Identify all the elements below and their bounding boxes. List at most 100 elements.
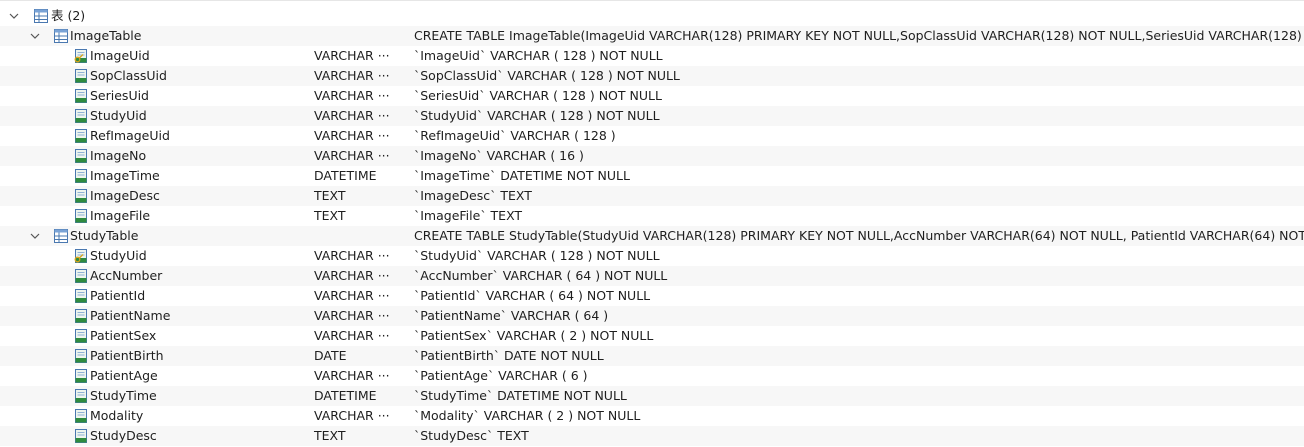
column-ddl: `StudyUid` VARCHAR ( 128 ) NOT NULL — [414, 248, 660, 263]
column-row[interactable]: SeriesUid VARCHAR ··· `SeriesUid` VARCHAR … — [0, 86, 1304, 106]
column-type: VARCHAR ··· — [314, 48, 390, 63]
tree-root-row[interactable]: 表 (2) — [0, 6, 1304, 26]
column-type: TEXT — [314, 208, 346, 223]
column-row[interactable]: StudyUid VARCHAR ··· `StudyUid` VARCHAR ( … — [0, 106, 1304, 126]
column-ddl: `StudyDesc` TEXT — [414, 428, 529, 443]
column-type: DATETIME — [314, 388, 377, 403]
table-ddl: CREATE TABLE ImageTable(ImageUid VARCHAR… — [414, 28, 1304, 43]
column-type: VARCHAR ··· — [314, 68, 390, 83]
table-name: StudyTable — [70, 228, 139, 243]
column-ddl: `ImageTime` DATETIME NOT NULL — [414, 168, 630, 183]
column-name: PatientBirth — [90, 348, 164, 363]
column-name: PatientAge — [90, 368, 158, 383]
column-name: StudyUid — [90, 108, 147, 123]
column-icon — [74, 349, 88, 363]
column-row[interactable]: ImageDesc TEXT `ImageDesc` TEXT — [0, 186, 1304, 206]
column-row[interactable]: Modality VARCHAR ··· `Modality` VARCHAR ( … — [0, 406, 1304, 426]
table-node-imagetable[interactable]: ImageTable CREATE TABLE ImageTable(ImageU… — [0, 26, 1304, 46]
primary-key-column-icon — [74, 249, 88, 263]
column-icon — [74, 209, 88, 223]
column-ddl: `PatientId` VARCHAR ( 64 ) NOT NULL — [414, 288, 651, 303]
column-name: ImageUid — [90, 48, 150, 63]
column-name: StudyUid — [90, 248, 147, 263]
column-type: VARCHAR ··· — [314, 408, 390, 423]
column-ddl: `StudyTime` DATETIME NOT NULL — [414, 388, 627, 403]
column-type: VARCHAR ··· — [314, 148, 390, 163]
column-name: ImageDesc — [90, 188, 160, 203]
table-icon — [54, 229, 68, 243]
column-name: SeriesUid — [90, 88, 149, 103]
column-icon — [74, 329, 88, 343]
column-type: VARCHAR ··· — [314, 268, 390, 283]
column-row[interactable]: PatientBirth DATE `PatientBirth` DATE NOT … — [0, 346, 1304, 366]
table-icon — [54, 29, 68, 43]
column-icon — [74, 409, 88, 423]
column-row[interactable]: AccNumber VARCHAR ··· `AccNumber` VARCHAR … — [0, 266, 1304, 286]
column-name: ImageNo — [90, 148, 147, 163]
column-icon — [74, 429, 88, 443]
column-row[interactable]: PatientName VARCHAR ··· `PatientName` VARC… — [0, 306, 1304, 326]
column-icon — [74, 69, 88, 83]
column-row[interactable]: PatientId VARCHAR ··· `PatientId` VARCHAR … — [0, 286, 1304, 306]
column-type: DATE — [314, 348, 347, 363]
table-node-studytable[interactable]: StudyTable CREATE TABLE StudyTable(StudyU… — [0, 226, 1304, 246]
column-ddl: `ImageNo` VARCHAR ( 16 ) — [414, 148, 584, 163]
column-row[interactable]: ImageFile TEXT `ImageFile` TEXT — [0, 206, 1304, 226]
column-type: VARCHAR ··· — [314, 308, 390, 323]
column-type: VARCHAR ··· — [314, 108, 390, 123]
primary-key-column-icon — [74, 49, 88, 63]
chevron-down-icon[interactable] — [28, 226, 42, 246]
column-row[interactable]: PatientAge VARCHAR ··· `PatientAge` VARCHA… — [0, 366, 1304, 386]
column-icon — [74, 129, 88, 143]
tables-folder-icon — [34, 9, 48, 23]
table-name: ImageTable — [70, 28, 142, 43]
chevron-down-icon[interactable] — [7, 6, 21, 26]
column-icon — [74, 389, 88, 403]
column-icon — [74, 269, 88, 283]
column-ddl: `AccNumber` VARCHAR ( 64 ) NOT NULL — [414, 268, 668, 283]
column-ddl: `ImageDesc` TEXT — [414, 188, 532, 203]
column-name: StudyDesc — [90, 428, 157, 443]
column-type: TEXT — [314, 428, 346, 443]
column-row[interactable]: StudyTime DATETIME `StudyTime` DATETIME NO… — [0, 386, 1304, 406]
column-ddl: `PatientBirth` DATE NOT NULL — [414, 348, 604, 363]
column-row[interactable]: SopClassUid VARCHAR ··· `SopClassUid` VARC… — [0, 66, 1304, 86]
column-row[interactable]: RefImageUid VARCHAR ··· `RefImageUid` VARC… — [0, 126, 1304, 146]
column-type: VARCHAR ··· — [314, 88, 390, 103]
column-ddl: `RefImageUid` VARCHAR ( 128 ) — [414, 128, 616, 143]
chevron-down-icon[interactable] — [28, 26, 42, 46]
column-name: ImageTime — [90, 168, 160, 183]
column-name: StudyTime — [90, 388, 157, 403]
column-name: SopClassUid — [90, 68, 167, 83]
column-row[interactable]: PatientSex VARCHAR ··· `PatientSex` VARCHA… — [0, 326, 1304, 346]
schema-tree: 表 (2) ImageTable CREATE TABLE ImageTable(… — [0, 0, 1304, 447]
column-icon — [74, 369, 88, 383]
column-row[interactable]: ImageNo VARCHAR ··· `ImageNo` VARCHAR ( 16… — [0, 146, 1304, 166]
column-type: VARCHAR ··· — [314, 128, 390, 143]
column-name: AccNumber — [90, 268, 163, 283]
column-row[interactable]: ImageUid VARCHAR ··· `ImageUid` VARCHAR ( … — [0, 46, 1304, 66]
column-row[interactable]: ImageTime DATETIME `ImageTime` DATETIME NO… — [0, 166, 1304, 186]
column-type: VARCHAR ··· — [314, 288, 390, 303]
column-ddl: `ImageFile` TEXT — [414, 208, 523, 223]
column-type: VARCHAR ··· — [314, 328, 390, 343]
column-ddl: `PatientAge` VARCHAR ( 6 ) — [414, 368, 588, 383]
column-ddl: `PatientName` VARCHAR ( 64 ) — [414, 308, 609, 323]
tree-root-label: 表 (2) — [51, 8, 86, 23]
column-type: VARCHAR ··· — [314, 368, 390, 383]
column-icon — [74, 169, 88, 183]
column-icon — [74, 149, 88, 163]
column-ddl: `SopClassUid` VARCHAR ( 128 ) NOT NULL — [414, 68, 680, 83]
column-icon — [74, 289, 88, 303]
column-row[interactable]: StudyDesc TEXT `StudyDesc` TEXT — [0, 426, 1304, 446]
column-type: DATETIME — [314, 168, 377, 183]
column-name: RefImageUid — [90, 128, 170, 143]
column-ddl: `SeriesUid` VARCHAR ( 128 ) NOT NULL — [414, 88, 662, 103]
column-ddl: `PatientSex` VARCHAR ( 2 ) NOT NULL — [414, 328, 654, 343]
column-name: PatientId — [90, 288, 146, 303]
column-ddl: `ImageUid` VARCHAR ( 128 ) NOT NULL — [414, 48, 663, 63]
column-name: Modality — [90, 408, 144, 423]
column-name: ImageFile — [90, 208, 151, 223]
column-row[interactable]: StudyUid VARCHAR ··· `StudyUid` VARCHAR ( … — [0, 246, 1304, 266]
column-name: PatientName — [90, 308, 171, 323]
